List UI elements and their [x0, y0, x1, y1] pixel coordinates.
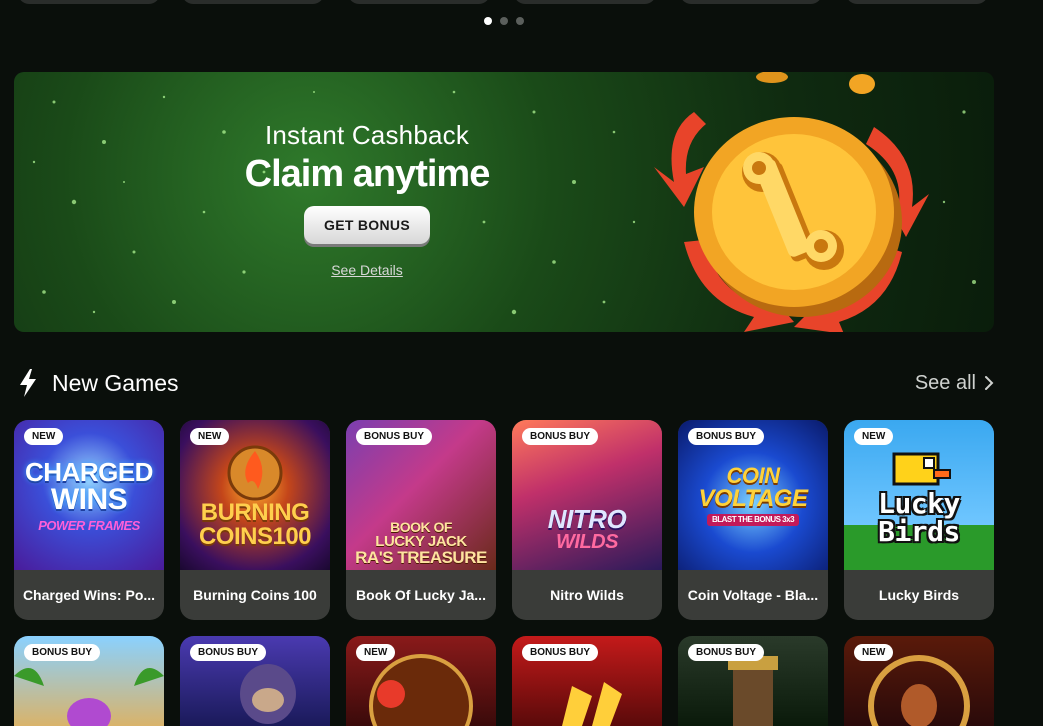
- banner-title: Claim anytime: [244, 153, 491, 195]
- game-card[interactable]: COIN VOLTAGE BLAST THE BONUS 3x3 BONUS B…: [678, 420, 828, 620]
- game-badge: NEW: [190, 428, 230, 445]
- game-card[interactable]: NEW: [844, 636, 994, 726]
- game-card[interactable]: BONUS BUY: [512, 636, 662, 726]
- carousel-pill[interactable]: [680, 0, 822, 4]
- game-badge: BONUS BUY: [522, 644, 599, 661]
- carousel-pill[interactable]: [348, 0, 490, 4]
- game-art-text: WILDS: [556, 531, 618, 553]
- get-bonus-button[interactable]: GET BONUS: [304, 206, 430, 244]
- game-badge: BONUS BUY: [522, 428, 599, 445]
- game-card[interactable]: BURNING COINS100 NEW Burning Coins 100: [180, 420, 330, 620]
- carousel-pill[interactable]: [18, 0, 160, 4]
- game-card[interactable]: NEW: [346, 636, 496, 726]
- carousel-pill[interactable]: [846, 0, 988, 4]
- game-art-text: COIN: [726, 462, 781, 488]
- game-title: Burning Coins 100: [193, 587, 317, 603]
- chevron-right-icon: [985, 376, 994, 390]
- game-art-text: Birds: [878, 515, 960, 548]
- game-badge: BONUS BUY: [24, 644, 101, 661]
- carousel-dot[interactable]: [516, 17, 524, 25]
- game-title: Nitro Wilds: [550, 587, 624, 603]
- game-card[interactable]: BONUS BUY: [180, 636, 330, 726]
- section-title: New Games: [18, 369, 179, 397]
- game-title: Coin Voltage - Bla...: [687, 587, 819, 603]
- game-art-text: NITRO: [547, 504, 627, 534]
- flame-coin-icon: [227, 445, 283, 501]
- carousel-dot[interactable]: [500, 17, 508, 25]
- game-badge: NEW: [24, 428, 64, 445]
- pixel-bird-icon: [892, 452, 951, 486]
- game-art-text: RA'S TREASURE: [355, 548, 487, 567]
- game-badge: BONUS BUY: [190, 644, 267, 661]
- percent-coin-icon: [654, 72, 929, 332]
- game-title: Lucky Birds: [878, 587, 960, 603]
- game-card[interactable]: CHARGED WINS POWER FRAMES NEW Charged Wi…: [14, 420, 164, 620]
- carousel-dot[interactable]: [484, 17, 492, 25]
- game-badge: BONUS BUY: [688, 644, 765, 661]
- game-badge: BONUS BUY: [688, 428, 765, 445]
- game-art-text: BOOK OF: [390, 519, 452, 535]
- game-art-text: POWER FRAMES: [38, 517, 140, 533]
- game-art-text: WINS: [50, 482, 128, 516]
- game-art-text: CHARGED: [25, 456, 153, 487]
- carousel-pill[interactable]: [514, 0, 656, 4]
- section-title-label: New Games: [52, 369, 179, 396]
- see-all-link[interactable]: See all: [915, 372, 994, 395]
- game-art-text: COINS100: [198, 523, 312, 550]
- game-badge: NEW: [854, 428, 894, 445]
- carousel-dots: [484, 17, 524, 25]
- lightning-icon: [20, 369, 36, 397]
- see-details-link[interactable]: See Details: [240, 262, 494, 278]
- game-badge: NEW: [854, 644, 894, 661]
- cashback-banner[interactable]: Instant Cashback Claim anytime GET BONUS…: [14, 72, 994, 332]
- game-art-text: VOLTAGE: [698, 484, 808, 512]
- see-all-label: See all: [914, 371, 976, 394]
- game-card[interactable]: Lucky Birds NEW Lucky Birds: [844, 420, 994, 620]
- game-art-text: Lucky: [878, 487, 960, 520]
- game-title: Book Of Lucky Ja...: [356, 587, 486, 603]
- new-games-header: New Games See all: [18, 366, 994, 400]
- game-card[interactable]: BONUS BUY: [14, 636, 164, 726]
- game-badge: NEW: [356, 644, 396, 661]
- game-card[interactable]: BOOK OF LUCKY JACK RA'S TREASURE BONUS B…: [346, 420, 496, 620]
- game-art-text: LUCKY JACK: [375, 533, 467, 550]
- banner-subtitle: Instant Cashback: [264, 120, 470, 150]
- game-card[interactable]: BONUS BUY: [678, 636, 828, 726]
- game-art-text: BURNING: [200, 499, 310, 526]
- game-title: Charged Wins: Po...: [22, 587, 156, 603]
- game-art-text: BLAST THE BONUS 3x3: [706, 513, 800, 526]
- game-badge: BONUS BUY: [356, 428, 433, 445]
- carousel-strip: [0, 0, 1043, 6]
- banner-text: Instant Cashback Claim anytime GET BONUS…: [240, 120, 494, 278]
- carousel-pill[interactable]: [182, 0, 324, 4]
- game-card[interactable]: NITRO WILDS BONUS BUY Nitro Wilds: [512, 420, 662, 620]
